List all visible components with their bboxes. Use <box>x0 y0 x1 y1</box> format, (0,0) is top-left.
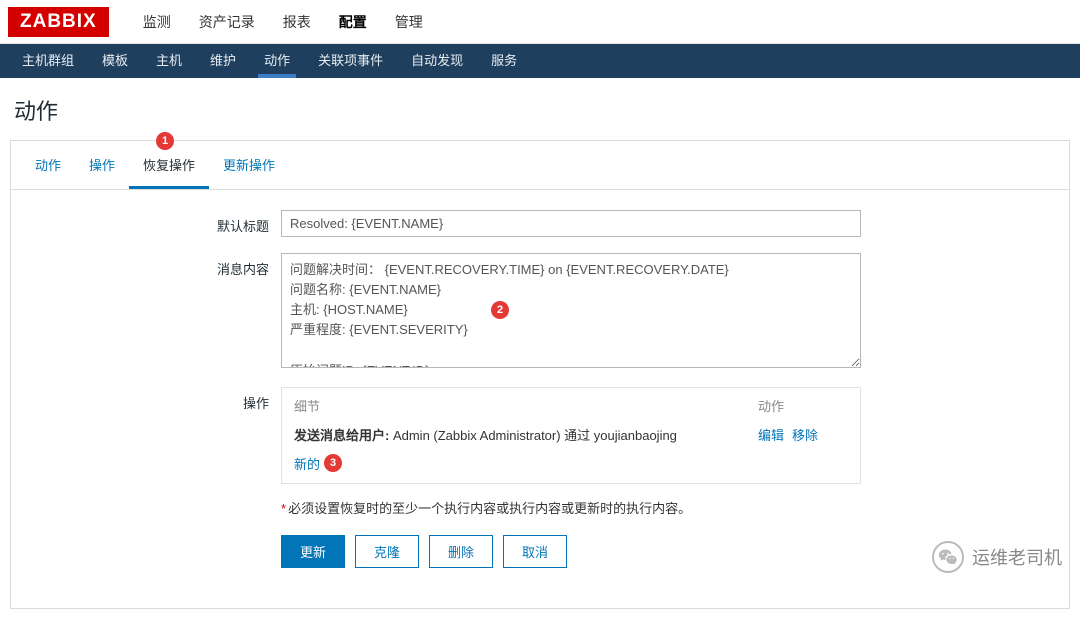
ops-remove-link[interactable]: 移除 <box>792 428 818 443</box>
subnav-item-4[interactable]: 动作 <box>250 44 304 78</box>
default-title-input[interactable] <box>281 210 861 237</box>
watermark-text: 运维老司机 <box>972 544 1062 570</box>
subnav-item-2[interactable]: 主机 <box>142 44 196 78</box>
subnav-item-6[interactable]: 自动发现 <box>397 44 477 78</box>
ops-row-text: Admin (Zabbix Administrator) 通过 youjianb… <box>389 428 677 443</box>
cancel-button[interactable]: 取消 <box>503 535 567 568</box>
tab-2[interactable]: 恢复操作1 <box>129 141 209 189</box>
ops-edit-link[interactable]: 编辑 <box>758 428 784 443</box>
message-textarea[interactable] <box>281 253 861 368</box>
content-box: 动作操作恢复操作1更新操作 默认标题 消息内容 2 操作 细节 动作 <box>10 140 1070 609</box>
annotation-badge-3: 3 <box>324 454 342 472</box>
tabs: 动作操作恢复操作1更新操作 <box>11 141 1069 190</box>
annotation-badge-2: 2 <box>491 301 509 319</box>
ops-new-link[interactable]: 新的 <box>294 448 320 473</box>
page-title: 动作 <box>0 78 1080 136</box>
topnav-item-1[interactable]: 资产记录 <box>185 0 269 44</box>
tab-0[interactable]: 动作 <box>21 141 75 189</box>
sub-nav: 主机群组模板主机维护动作关联项事件自动发现服务 <box>0 44 1080 78</box>
wechat-icon <box>932 541 964 573</box>
operations-table: 细节 动作 发送消息给用户: Admin (Zabbix Administrat… <box>281 387 861 484</box>
topnav-item-0[interactable]: 监测 <box>129 0 185 44</box>
ops-header-action: 动作 <box>758 396 848 415</box>
logo[interactable]: ZABBIX <box>8 7 109 37</box>
subnav-item-3[interactable]: 维护 <box>196 44 250 78</box>
watermark: 运维老司机 <box>932 541 1062 573</box>
subnav-item-0[interactable]: 主机群组 <box>8 44 88 78</box>
message-label: 消息内容 <box>41 253 281 278</box>
hint-text: 必须设置恢复时的至少一个执行内容或执行内容或更新时的执行内容。 <box>288 501 691 516</box>
top-nav: 监测资产记录报表配置管理 <box>129 0 437 44</box>
annotation-badge-1: 1 <box>156 132 174 150</box>
ops-row-prefix: 发送消息给用户: <box>294 428 389 443</box>
tab-1[interactable]: 操作 <box>75 141 129 189</box>
required-star: * <box>281 501 286 516</box>
default-title-label: 默认标题 <box>41 210 281 235</box>
tab-3[interactable]: 更新操作 <box>209 141 289 189</box>
operations-label: 操作 <box>41 387 281 412</box>
delete-button[interactable]: 删除 <box>429 535 493 568</box>
topnav-item-2[interactable]: 报表 <box>269 0 325 44</box>
subnav-item-7[interactable]: 服务 <box>477 44 531 78</box>
ops-header-detail: 细节 <box>294 396 758 415</box>
update-button[interactable]: 更新 <box>281 535 345 568</box>
hint-row: *必须设置恢复时的至少一个执行内容或执行内容或更新时的执行内容。 <box>281 498 861 517</box>
topnav-item-4[interactable]: 管理 <box>381 0 437 44</box>
operations-row: 发送消息给用户: Admin (Zabbix Administrator) 通过… <box>294 421 848 448</box>
clone-button[interactable]: 克隆 <box>355 535 419 568</box>
subnav-item-5[interactable]: 关联项事件 <box>304 44 397 78</box>
subnav-item-1[interactable]: 模板 <box>88 44 142 78</box>
topnav-item-3[interactable]: 配置 <box>325 0 381 44</box>
